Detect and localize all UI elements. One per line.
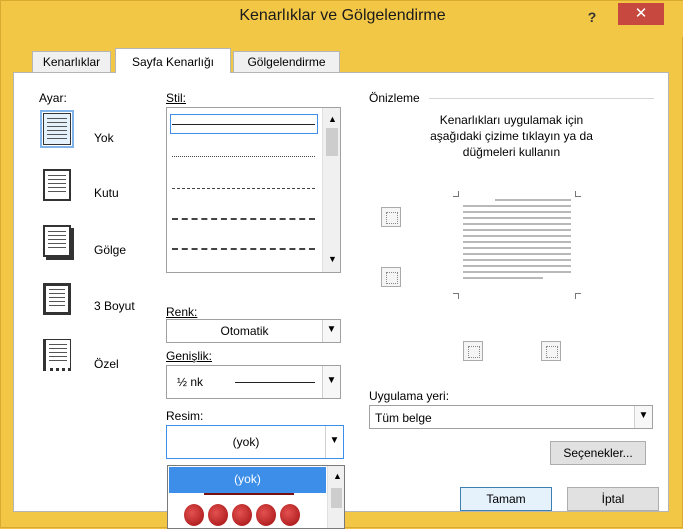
berry-icon (232, 504, 252, 526)
preview-text-line (463, 229, 571, 231)
setting-custom-label[interactable]: Özel (94, 357, 119, 371)
preview-text-line (463, 277, 543, 279)
width-label: Genişlik: (166, 349, 213, 363)
preview-label: Önizleme (369, 91, 420, 105)
preview-text-line (463, 259, 571, 261)
apply-combo[interactable]: Tüm belge ▼ (369, 405, 653, 429)
preview-text-line (463, 271, 571, 273)
width-combo[interactable]: ½ nk ▼ (166, 365, 341, 399)
scroll-up-icon[interactable]: ▲ (333, 471, 342, 481)
art-label: Resim: (166, 409, 204, 423)
options-button[interactable]: Seçenekler... (550, 441, 646, 465)
dialog-title: Kenarlıklar ve Gölgelendirme (239, 7, 446, 24)
chevron-down-icon[interactable]: ▼ (325, 426, 343, 458)
style-label: Stil: (166, 91, 187, 105)
scroll-up-icon[interactable]: ▲ (328, 114, 337, 124)
close-button[interactable]: ✕ (618, 3, 664, 25)
berry-icon (256, 504, 276, 526)
style-dashed-large[interactable] (172, 218, 315, 220)
color-label: Renk: (166, 305, 198, 319)
chevron-down-icon[interactable]: ▼ (634, 406, 652, 428)
ok-button[interactable]: Tamam (460, 487, 552, 511)
berry-icon (184, 504, 204, 526)
width-preview-line (235, 382, 315, 383)
preview-text-line (463, 253, 571, 255)
style-dotted[interactable] (172, 156, 315, 157)
style-solid[interactable] (172, 124, 315, 125)
border-right-button[interactable] (541, 341, 561, 361)
art-vine (204, 493, 294, 495)
preview-text-line (463, 223, 571, 225)
art-option-none[interactable]: (yok) (169, 467, 326, 493)
setting-none-label[interactable]: Yok (94, 131, 114, 145)
setting-3d-icon[interactable] (43, 283, 71, 315)
scroll-down-icon[interactable]: ▼ (328, 254, 337, 264)
dialog-window: Kenarlıklar ve Gölgelendirme ? ✕ Kenarlı… (0, 0, 683, 529)
setting-shadow-icon[interactable] (43, 225, 71, 257)
style-dash-dot[interactable] (172, 248, 315, 250)
chevron-down-icon[interactable]: ▼ (322, 366, 340, 398)
border-top-button[interactable] (381, 207, 401, 227)
preview-text-line (463, 217, 571, 219)
style-scrollbar[interactable]: ▲ ▼ (322, 108, 340, 272)
border-left-button[interactable] (463, 341, 483, 361)
berry-icon (280, 504, 300, 526)
setting-shadow-label[interactable]: Gölge (94, 243, 126, 257)
style-listbox[interactable]: ▲ ▼ (166, 107, 341, 273)
art-value: (yok) (232, 435, 260, 449)
width-value: ½ nk (177, 375, 204, 389)
preview-text-line (463, 235, 571, 237)
color-combo[interactable]: Otomatik ▼ (166, 319, 341, 343)
tab-borders[interactable]: Kenarlıklar (32, 51, 111, 73)
help-button[interactable]: ? (582, 7, 602, 27)
setting-3d-label[interactable]: 3 Boyut (94, 299, 135, 313)
preview-group-line (429, 98, 654, 99)
border-bottom-button[interactable] (381, 267, 401, 287)
scroll-thumb[interactable] (331, 488, 342, 508)
art-scrollbar[interactable]: ▲ (327, 466, 344, 528)
apply-label: Uygulama yeri: (369, 389, 450, 403)
scroll-thumb[interactable] (326, 128, 338, 156)
preview-instruction-3: düğmeleri kullanın (462, 145, 561, 159)
art-combo[interactable]: (yok) ▼ (166, 425, 344, 459)
preview-instruction-2: aşağıdaki çizime tıklayın ya da (430, 129, 593, 143)
preview-text-line (463, 211, 571, 213)
preview-instruction-1: Kenarlıkları uygulamak için (439, 113, 584, 127)
tab-shading[interactable]: Gölgelendirme (233, 51, 340, 73)
apply-value: Tüm belge (375, 411, 432, 425)
cancel-button[interactable]: İptal (567, 487, 659, 511)
berry-icon (208, 504, 228, 526)
title-bar[interactable]: Kenarlıklar ve Gölgelendirme ? ✕ (1, 1, 683, 37)
preview-page[interactable] (453, 191, 581, 299)
setting-box-icon[interactable] (43, 169, 71, 201)
art-dropdown-list[interactable]: (yok) ▲ (167, 465, 345, 529)
preview-text-line (463, 247, 571, 249)
preview-text-line (495, 199, 571, 201)
settings-label: Ayar: (39, 91, 67, 105)
preview-text-line (463, 265, 571, 267)
preview-text-line (463, 205, 571, 207)
chevron-down-icon[interactable]: ▼ (322, 320, 340, 342)
color-value: Otomatik (220, 324, 269, 338)
setting-custom-icon[interactable] (43, 339, 71, 371)
tab-page-border[interactable]: Sayfa Kenarlığı (115, 48, 231, 73)
preview-text-line (463, 241, 571, 243)
setting-none-icon[interactable] (40, 110, 74, 148)
style-dashed-small[interactable] (172, 188, 315, 189)
setting-box-label[interactable]: Kutu (94, 186, 119, 200)
